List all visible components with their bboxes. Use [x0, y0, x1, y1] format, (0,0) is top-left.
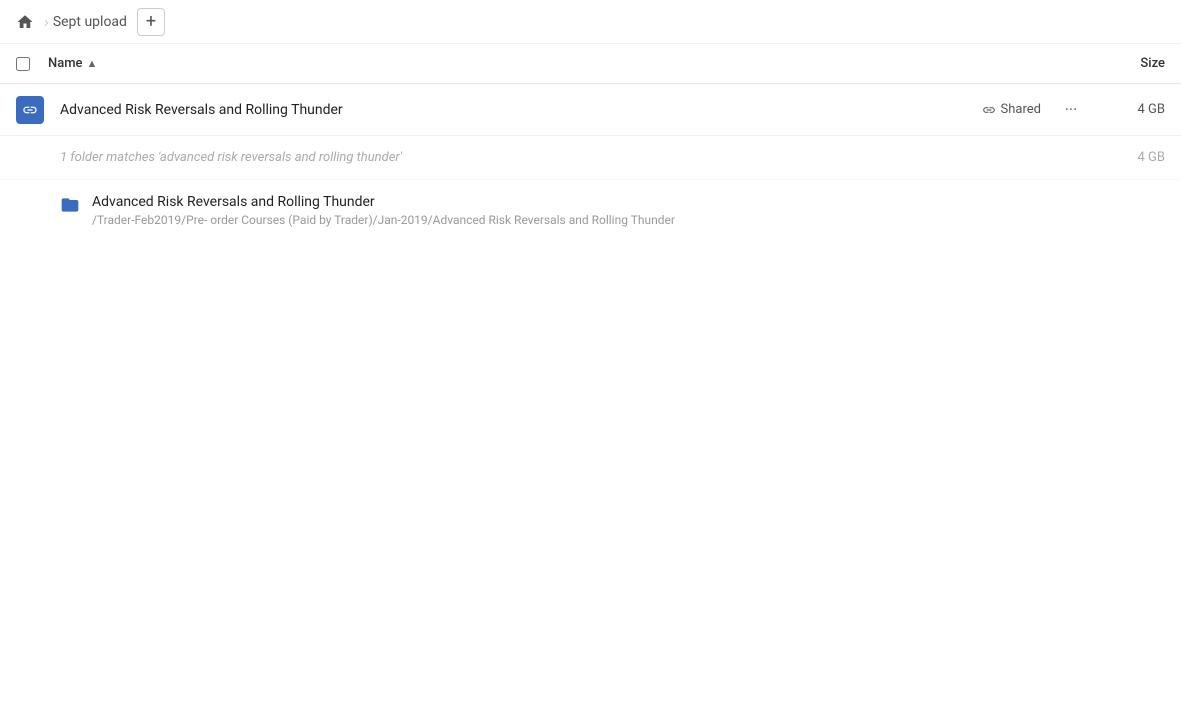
home-button[interactable]: [16, 13, 34, 31]
shared-link-icon: [982, 103, 996, 117]
name-column-header[interactable]: Name ▲: [48, 56, 1085, 71]
file-size: 4 GB: [1085, 102, 1165, 117]
folder-name[interactable]: Advanced Risk Reversals and Rolling Thun…: [92, 194, 675, 210]
breadcrumb-separator: ›: [44, 12, 49, 31]
link-icon: [22, 102, 38, 118]
search-results-info-text: 1 folder matches 'advanced risk reversal…: [0, 136, 462, 179]
file-actions: Shared ···: [982, 96, 1085, 124]
search-results-size: 4 GB: [1138, 150, 1166, 165]
breadcrumb-bar: › Sept upload +: [0, 0, 1181, 44]
folder-path: /Trader-Feb2019/Pre- order Courses (Paid…: [92, 213, 675, 227]
folder-icon: [60, 195, 80, 215]
name-column-label: Name: [48, 56, 83, 71]
shared-status: Shared: [982, 102, 1041, 117]
add-button[interactable]: +: [137, 8, 165, 36]
sort-arrow-icon: ▲: [87, 57, 98, 70]
link-file-icon: [16, 96, 44, 124]
table-header: Name ▲ Size: [0, 44, 1181, 84]
select-all-checkbox[interactable]: [16, 57, 30, 71]
folder-info: Advanced Risk Reversals and Rolling Thun…: [92, 194, 675, 227]
file-row: Advanced Risk Reversals and Rolling Thun…: [0, 84, 1181, 136]
shared-label-text: Shared: [1001, 102, 1041, 117]
more-options-button[interactable]: ···: [1057, 96, 1085, 124]
file-icon-col: [16, 96, 48, 124]
file-name[interactable]: Advanced Risk Reversals and Rolling Thun…: [48, 102, 982, 118]
search-results-info-row: 1 folder matches 'advanced risk reversal…: [0, 136, 1181, 180]
home-icon: [16, 13, 34, 31]
folder-result-row: Advanced Risk Reversals and Rolling Thun…: [0, 180, 1181, 241]
size-column-header[interactable]: Size: [1085, 56, 1165, 71]
breadcrumb-folder[interactable]: Sept upload: [53, 14, 127, 30]
header-checkbox-col[interactable]: [16, 57, 48, 71]
